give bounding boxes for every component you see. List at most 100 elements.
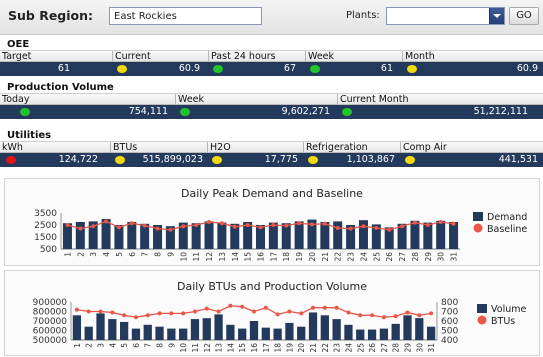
x-tick-label: 20 (308, 252, 317, 262)
legend-swatch-baseline (473, 223, 483, 233)
point-btus (393, 314, 398, 319)
status-yellow-icon (115, 156, 125, 164)
point-baseline (322, 221, 327, 226)
point-baseline (284, 223, 289, 228)
point-baseline (168, 227, 173, 232)
x-tick-label: 10 (179, 343, 188, 353)
y-tick-label: 3500 (34, 209, 57, 219)
point-btus (181, 311, 186, 316)
bar-volume (214, 314, 223, 340)
point-baseline (297, 221, 302, 226)
point-btus (110, 310, 115, 315)
bar-volume (96, 313, 105, 340)
point-btus (192, 309, 197, 314)
x-tick-label: 23 (333, 343, 342, 353)
x-tick-label: 23 (347, 252, 356, 262)
bar-volume (367, 329, 377, 340)
point-btus (98, 309, 103, 314)
x-tick-label: 25 (372, 252, 381, 262)
bar-volume (332, 319, 341, 340)
status-yellow-icon (212, 156, 222, 164)
point-btus (240, 304, 245, 309)
production-header-month: Current Month (337, 94, 543, 105)
point-baseline (194, 223, 199, 227)
point-btus (122, 313, 127, 318)
legend-label-btus: BTUs (491, 316, 515, 327)
utilities-header-refrigeration: Refrigeration (303, 142, 400, 153)
sub-region-input[interactable]: East Rockies (109, 7, 262, 25)
x-tick-label: 11 (191, 343, 200, 353)
go-button[interactable]: GO (509, 7, 539, 25)
point-btus (204, 306, 209, 311)
point-btus (86, 309, 91, 314)
x-tick-label: 10 (179, 252, 188, 262)
oee-header-month: Month (402, 51, 543, 62)
point-baseline (142, 223, 147, 228)
point-baseline (258, 225, 263, 230)
bar-volume (238, 328, 247, 340)
oee-header-week: Week (305, 51, 402, 62)
bar-volume (190, 319, 200, 340)
x-tick-label: 25 (356, 343, 365, 353)
x-tick-label: 17 (262, 343, 271, 353)
x-tick-label: 24 (344, 343, 353, 353)
production-header-week: Week (175, 94, 337, 105)
utilities-title: Utilities (7, 130, 52, 141)
utilities-kwh-value: 124,722 (58, 154, 98, 165)
x-tick-label: 16 (250, 343, 259, 353)
x-tick-label: 3 (97, 343, 106, 348)
x-tick-label: 21 (321, 252, 330, 262)
x-tick-label: 1 (73, 343, 82, 348)
bar-volume (167, 328, 176, 340)
bar-volume (143, 324, 152, 340)
x-tick-label: 14 (226, 343, 235, 353)
x-tick-label: 12 (203, 343, 212, 353)
bar-volume (403, 315, 412, 340)
bar-volume (320, 315, 329, 340)
utilities-values-row: 124,722 515,899,023 17,775 1,103,867 441… (0, 153, 543, 167)
production-header-row: Today Week Current Month (0, 93, 543, 105)
point-baseline (129, 221, 134, 226)
x-tick-label: 29 (403, 343, 412, 353)
status-green-icon (20, 108, 30, 116)
oee-target-value: 61 (57, 63, 70, 74)
y-right-tick-label: 400 (441, 336, 458, 346)
point-baseline (348, 226, 353, 231)
bar-volume (72, 315, 82, 340)
status-yellow-icon (407, 65, 417, 73)
bar-demand (449, 222, 459, 249)
x-tick-label: 15 (244, 252, 253, 262)
x-tick-label: 27 (380, 343, 389, 353)
plants-select[interactable] (386, 7, 505, 25)
x-tick-label: 4 (108, 343, 117, 348)
x-tick-label: 30 (437, 252, 446, 262)
bar-volume (226, 324, 235, 340)
utilities-refrigeration-value: 1,103,867 (346, 154, 395, 165)
point-btus (311, 305, 316, 310)
bar-volume (344, 324, 353, 340)
point-baseline (65, 223, 70, 227)
y-right-tick-label: 600 (441, 317, 458, 327)
x-tick-label: 22 (321, 343, 330, 353)
oee-values-row: 61 60.9 67 61 60.9 (0, 62, 543, 76)
point-baseline (78, 226, 83, 231)
point-baseline (412, 220, 417, 225)
utilities-header-kwh: kWh (2, 142, 23, 153)
point-btus (417, 313, 422, 318)
point-btus (275, 312, 280, 317)
x-tick-label: 31 (450, 252, 459, 262)
chevron-down-icon[interactable] (489, 8, 504, 24)
point-btus (405, 310, 410, 315)
status-green-icon (342, 108, 352, 116)
bar-demand (333, 221, 343, 249)
utilities-h2o-value: 17,775 (264, 154, 298, 165)
point-btus (263, 305, 268, 310)
point-baseline (232, 224, 237, 229)
x-tick-label: 7 (141, 252, 150, 257)
oee-header-row: Target Current Past 24 hours Week Month (0, 50, 543, 62)
x-tick-label: 19 (295, 252, 304, 262)
point-baseline (155, 226, 160, 231)
production-week-value: 9,602,271 (281, 106, 330, 117)
point-btus (346, 310, 351, 315)
x-tick-label: 8 (156, 343, 165, 348)
